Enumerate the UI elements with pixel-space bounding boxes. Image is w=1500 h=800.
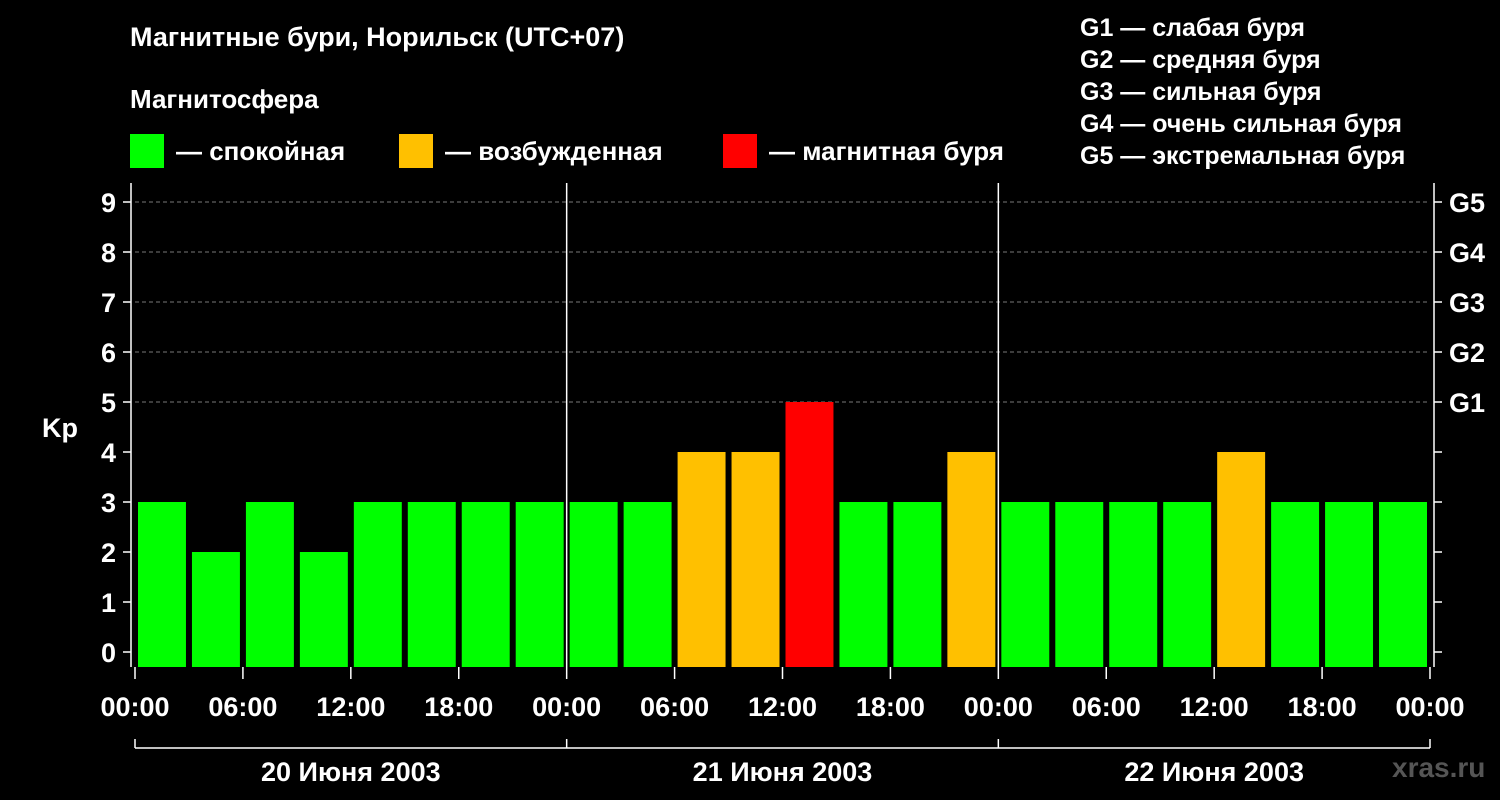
right-tick-label-g1: G1 (1449, 388, 1485, 418)
x-tick-label-10: 12:00 (1180, 692, 1249, 722)
bar-7 (461, 502, 510, 667)
bar-9 (569, 502, 618, 667)
bar-4 (299, 552, 348, 667)
x-tick-label-1: 06:00 (208, 692, 277, 722)
x-tick-label-9: 06:00 (1072, 692, 1141, 722)
bar-20 (1163, 502, 1212, 667)
y-tick-label-0: 0 (101, 638, 116, 668)
right-tick-label-g5: G5 (1449, 188, 1485, 218)
y-tick-label-9: 9 (101, 188, 116, 218)
bar-19 (1109, 502, 1158, 667)
y-tick-label-7: 7 (101, 288, 116, 318)
bar-21 (1217, 452, 1266, 667)
x-tick-label-2: 12:00 (316, 692, 385, 722)
bar-23 (1325, 502, 1374, 667)
y-tick-label-1: 1 (101, 588, 116, 618)
day-label-2: 22 Июня 2003 (1124, 757, 1304, 787)
bar-24 (1379, 502, 1427, 667)
bar-18 (1055, 502, 1104, 667)
y-axis-label: Kp (42, 413, 78, 443)
x-tick-label-6: 12:00 (748, 692, 817, 722)
bar-1 (138, 502, 186, 667)
bar-22 (1271, 502, 1320, 667)
x-tick-label-7: 18:00 (856, 692, 925, 722)
x-tick-label-11: 18:00 (1288, 692, 1357, 722)
right-tick-label-g4: G4 (1449, 238, 1485, 268)
y-tick-label-4: 4 (101, 438, 116, 468)
bar-10 (623, 502, 672, 667)
x-tick-label-8: 00:00 (964, 692, 1033, 722)
bar-14 (839, 502, 888, 667)
watermark: xras.ru (1392, 752, 1486, 783)
bar-2 (191, 552, 240, 667)
bar-12 (731, 452, 780, 667)
x-tick-label-3: 18:00 (424, 692, 493, 722)
x-tick-label-4: 00:00 (532, 692, 601, 722)
y-tick-label-2: 2 (101, 538, 116, 568)
bar-11 (677, 452, 726, 667)
bar-3 (245, 502, 294, 667)
bar-13 (785, 402, 834, 667)
y-tick-label-6: 6 (101, 338, 116, 368)
x-tick-label-0: 00:00 (100, 692, 169, 722)
right-tick-label-g3: G3 (1449, 288, 1485, 318)
y-tick-label-5: 5 (101, 388, 116, 418)
bar-8 (515, 502, 564, 667)
y-tick-label-3: 3 (101, 488, 116, 518)
bar-15 (893, 502, 942, 667)
right-tick-label-g2: G2 (1449, 338, 1485, 368)
x-tick-label-5: 06:00 (640, 692, 709, 722)
bar-17 (1001, 502, 1050, 667)
day-label-0: 20 Июня 2003 (261, 757, 441, 787)
y-tick-label-8: 8 (101, 238, 116, 268)
bar-16 (947, 452, 996, 667)
bar-6 (407, 502, 456, 667)
kp-bar-chart: Kp 0 1 2 3 4 5 6 7 8 9 G1 G2 G3 G4 G5 00:00 06:00 12:00 18… (42, 183, 1485, 787)
x-tick-label-12: 00:00 (1395, 692, 1464, 722)
bar-5 (353, 502, 402, 667)
day-label-1: 21 Июня 2003 (693, 757, 873, 787)
